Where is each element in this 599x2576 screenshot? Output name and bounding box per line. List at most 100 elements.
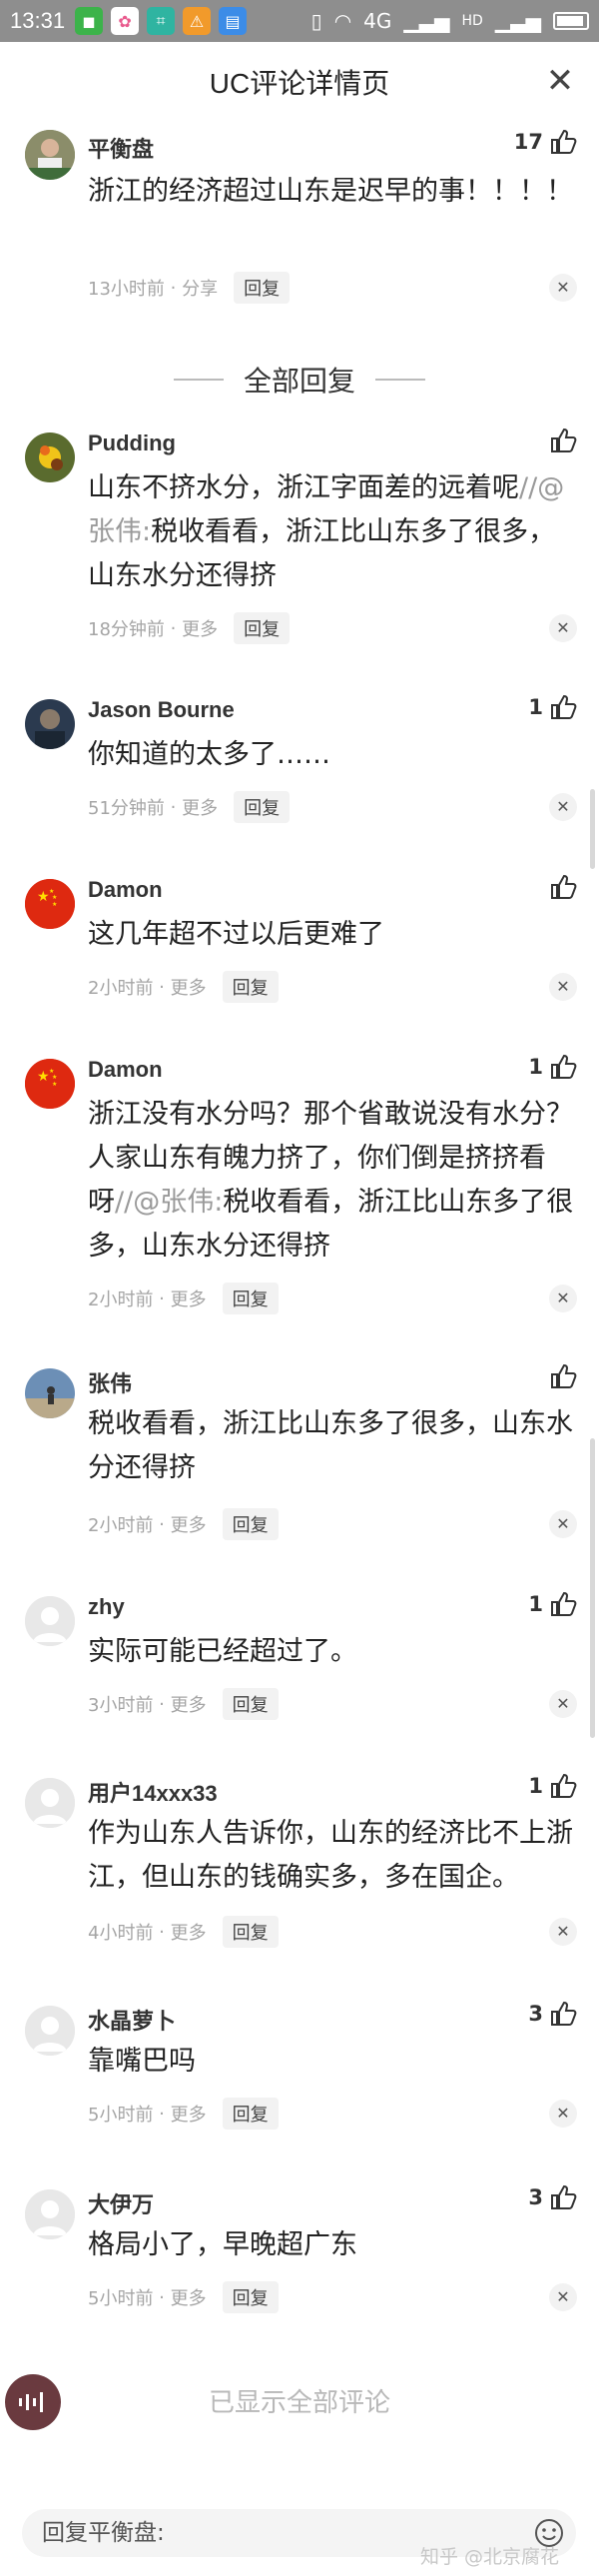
- reply-button[interactable]: 回复: [234, 791, 291, 823]
- dismiss-icon[interactable]: ✕: [549, 2100, 577, 2128]
- reply-button[interactable]: 回复: [222, 1283, 279, 1314]
- dismiss-icon[interactable]: ✕: [549, 1510, 577, 1538]
- like-button[interactable]: 3: [528, 2183, 577, 2211]
- reply-item: 张伟 税收看看，浙江比山东多了很多，山东水分还得挤 2小时前 · 更多 回复 ✕: [0, 1360, 599, 1540]
- comment-meta: 51分钟前 · 更多 回复: [88, 791, 291, 823]
- like-count: 1: [528, 695, 543, 719]
- like-count: 3: [528, 2185, 543, 2209]
- comment-time: 2小时前: [88, 1289, 154, 1310]
- more-link[interactable]: 更多: [171, 1919, 207, 1945]
- more-link[interactable]: 更多: [171, 1286, 207, 1311]
- like-button[interactable]: 3: [528, 2000, 577, 2028]
- reply-button[interactable]: 回复: [222, 971, 279, 1003]
- like-button[interactable]: 1: [528, 1053, 577, 1081]
- like-button[interactable]: 1: [528, 1772, 577, 1800]
- more-link[interactable]: 更多: [171, 2101, 207, 2127]
- dismiss-icon[interactable]: ✕: [549, 1918, 577, 1946]
- comment-text: 实际可能已经超过了。: [88, 1636, 357, 1667]
- comment-meta: 2小时前 · 更多 回复: [88, 1508, 279, 1540]
- comment-text: 税收看看，浙江比山东多了很多，山东水分还得挤: [88, 1408, 573, 1483]
- username[interactable]: 大伊万: [88, 2187, 154, 2219]
- signal-icon-2: ▁▃▅: [494, 9, 541, 33]
- like-count: 3: [528, 2002, 543, 2026]
- username[interactable]: Pudding: [88, 430, 176, 456]
- username[interactable]: 水晶萝卜: [88, 2004, 176, 2036]
- reply-button[interactable]: 回复: [222, 2098, 279, 2130]
- avatar[interactable]: [25, 432, 75, 482]
- username[interactable]: 张伟: [88, 1366, 132, 1398]
- reply-item: ★ ★ ★ ★ Damon 1 浙江没有水分吗？那个省敢说没有水分？人家山东有魄力挤了…: [0, 1051, 599, 1320]
- thumbs-up-icon: [551, 1773, 577, 1798]
- username[interactable]: Damon: [88, 877, 163, 903]
- divider-line-right: [375, 379, 425, 381]
- dismiss-icon[interactable]: ✕: [549, 614, 577, 642]
- username[interactable]: 平衡盘: [88, 132, 154, 164]
- wifi-icon: ◠: [333, 9, 352, 33]
- like-button[interactable]: [543, 873, 577, 901]
- username[interactable]: zhy: [88, 1594, 125, 1620]
- avatar[interactable]: [25, 2189, 75, 2239]
- top-comment: 平衡盘 17 浙江的经济超过山东是迟早的事！！！！ 13小时前 · 分享 回复 …: [0, 122, 599, 322]
- more-link[interactable]: 更多: [182, 794, 218, 820]
- thumbs-up-icon: [551, 428, 577, 452]
- like-count: 17: [513, 130, 543, 154]
- section-all-replies: 全部回复: [0, 355, 599, 405]
- reply-item: zhy 1 实际可能已经超过了。 3小时前 · 更多 回复 ✕: [0, 1588, 599, 1728]
- reply-item: 大伊万 3 格局小了，早晚超广东 5小时前 · 更多 回复 ✕: [0, 2181, 599, 2321]
- thumbs-up-icon: [551, 694, 577, 719]
- warning-icon: ⚠: [183, 7, 212, 35]
- comment-text: 格局小了，早晚超广东: [88, 2229, 357, 2260]
- reply-item: Jason Bourne 1 你知道的太多了…… 51分钟前 · 更多 回复 ✕: [0, 691, 599, 831]
- more-link[interactable]: 更多: [171, 2284, 207, 2310]
- username[interactable]: 用户14xxx33: [88, 1776, 218, 1808]
- avatar[interactable]: ★ ★ ★ ★: [25, 1059, 75, 1109]
- like-count: 1: [528, 1055, 543, 1079]
- reply-button[interactable]: 回复: [222, 2281, 279, 2313]
- like-button[interactable]: 1: [528, 1590, 577, 1618]
- like-count: 1: [528, 1592, 543, 1616]
- avatar[interactable]: [25, 1368, 75, 1418]
- like-button[interactable]: 1: [528, 693, 577, 721]
- avatar[interactable]: [25, 130, 75, 180]
- reply-item: 水晶萝卜 3 靠嘴巴吗 5小时前 · 更多 回复 ✕: [0, 1998, 599, 2138]
- like-button[interactable]: 17: [514, 128, 577, 156]
- scrollbar[interactable]: [590, 789, 595, 869]
- message-app-icon: ▤: [219, 7, 248, 35]
- more-link[interactable]: 更多: [171, 1511, 207, 1537]
- comment-time: 2小时前: [88, 1515, 154, 1536]
- reply-button[interactable]: 回复: [222, 1916, 279, 1948]
- avatar[interactable]: [25, 2006, 75, 2056]
- reply-button[interactable]: 回复: [234, 272, 291, 304]
- reply-button[interactable]: 回复: [222, 1508, 279, 1540]
- comment-meta: 18分钟前 · 更多 回复: [88, 612, 291, 644]
- share-link[interactable]: 分享: [182, 275, 218, 301]
- dismiss-icon[interactable]: ✕: [549, 1285, 577, 1312]
- dismiss-icon[interactable]: ✕: [549, 2283, 577, 2311]
- avatar[interactable]: [25, 699, 75, 749]
- dismiss-icon[interactable]: ✕: [549, 973, 577, 1001]
- more-link[interactable]: 更多: [171, 974, 207, 1000]
- username[interactable]: Jason Bourne: [88, 697, 235, 723]
- dismiss-icon[interactable]: ✕: [549, 274, 577, 302]
- dismiss-icon[interactable]: ✕: [549, 1690, 577, 1718]
- close-icon[interactable]: ✕: [543, 64, 577, 98]
- avatar[interactable]: ★ ★ ★ ★: [25, 879, 75, 929]
- like-button[interactable]: [543, 427, 577, 454]
- more-link[interactable]: 更多: [171, 1691, 207, 1717]
- comment-text: 你知道的太多了……: [88, 739, 330, 770]
- reply-button[interactable]: 回复: [222, 1688, 279, 1720]
- avatar[interactable]: [25, 1778, 75, 1828]
- thumbs-up-icon: [551, 2184, 577, 2209]
- avatar[interactable]: [25, 1596, 75, 1646]
- quote-prefix[interactable]: //@张伟:: [115, 1187, 223, 1218]
- username[interactable]: Damon: [88, 1057, 163, 1083]
- divider-line-left: [173, 379, 224, 381]
- scrollbar-track[interactable]: [590, 1438, 595, 1738]
- more-link[interactable]: 更多: [182, 615, 218, 641]
- reply-button[interactable]: 回复: [234, 612, 291, 644]
- status-right: ▯ ◠ 4G ▁▃▅ HD ▁▃▅: [311, 9, 589, 33]
- comment-text: 靠嘴巴吗: [88, 2046, 196, 2077]
- like-button[interactable]: [543, 1362, 577, 1390]
- comment-meta: 3小时前 · 更多 回复: [88, 1688, 279, 1720]
- dismiss-icon[interactable]: ✕: [549, 793, 577, 821]
